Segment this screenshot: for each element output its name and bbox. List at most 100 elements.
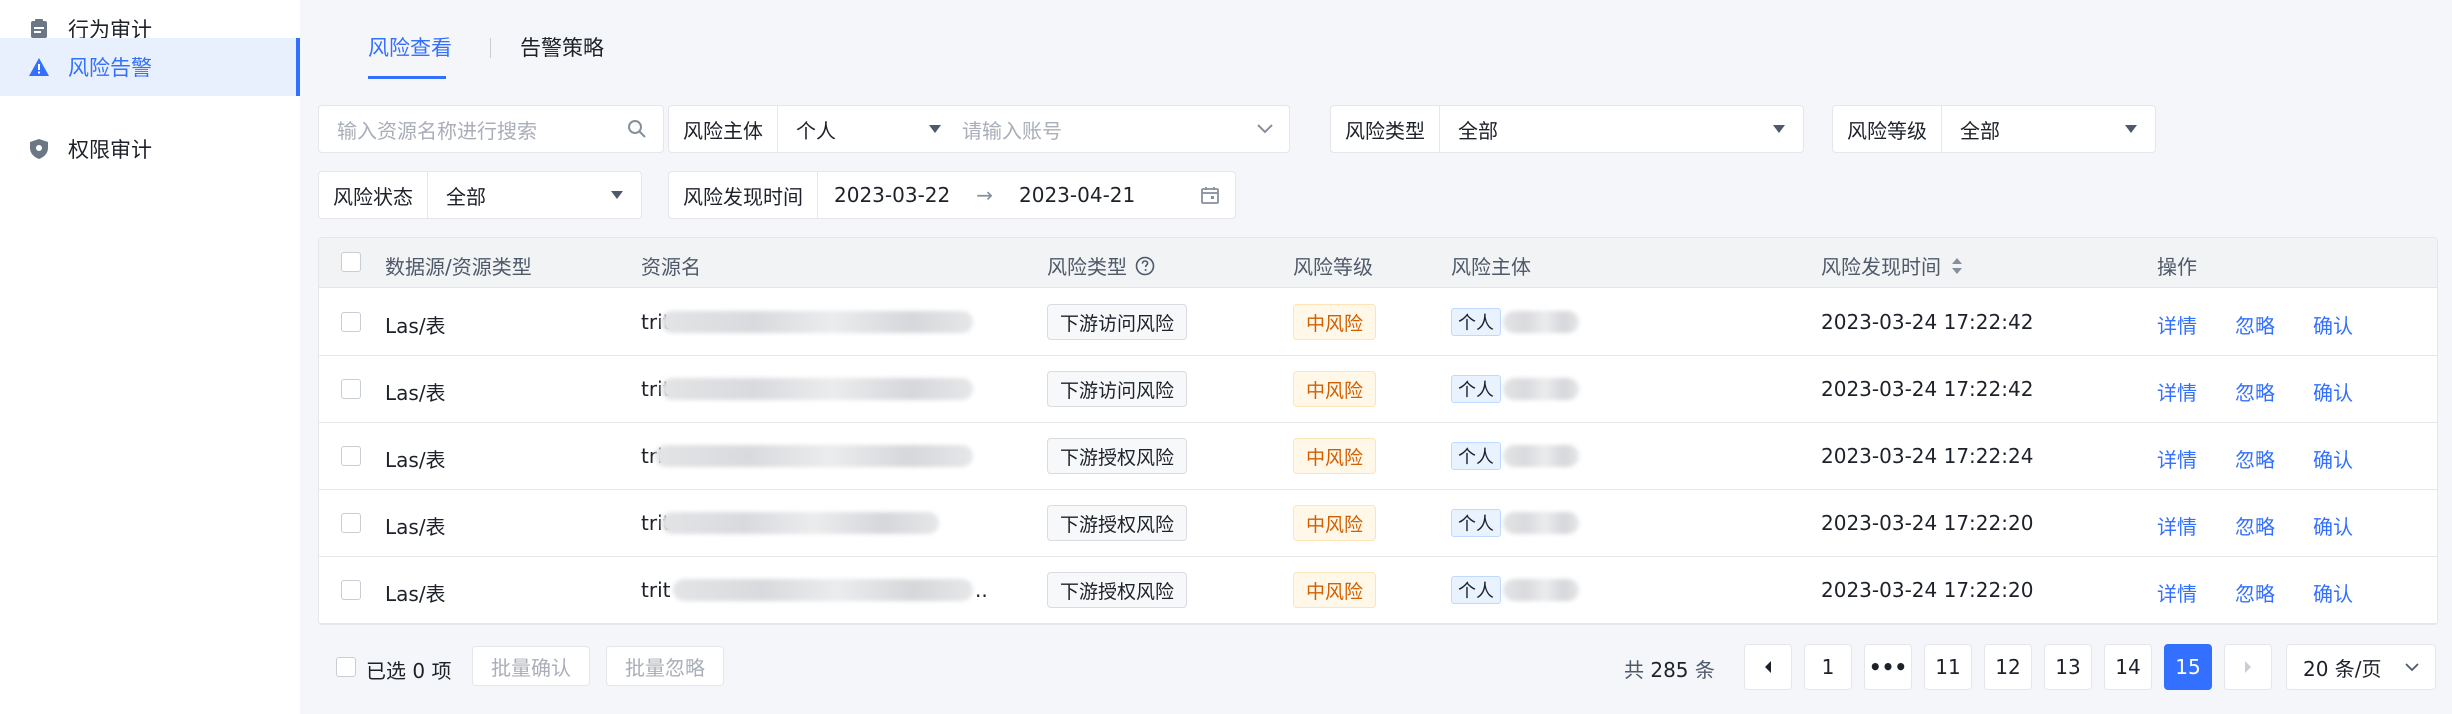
cell-source-type: Las/表: [385, 314, 446, 338]
table-row: Las/表 tri 下游授权风险 中风险 个人 2023-03-24 17:22…: [319, 423, 2437, 490]
confirm-link[interactable]: 确认: [2313, 310, 2353, 339]
sidebar-item-risk-alert[interactable]: 风险告警: [0, 38, 300, 96]
next-page-button[interactable]: [2224, 644, 2272, 690]
subject-tag: 个人: [1451, 442, 1501, 470]
tab-divider: [490, 38, 491, 58]
search-placeholder: 输入资源名称进行搜索: [337, 118, 537, 143]
discover-time-range[interactable]: 风险发现时间 2023-03-22 → 2023-04-21: [668, 171, 1236, 219]
header-subject: 风险主体: [1451, 255, 1531, 279]
detail-link[interactable]: 详情: [2157, 444, 2197, 473]
page-ellipsis[interactable]: •••: [1864, 644, 1912, 690]
ignore-link[interactable]: 忽略: [2235, 377, 2275, 406]
risk-subject-value: 个人: [796, 118, 836, 143]
risk-type-tag: 下游授权风险: [1047, 572, 1188, 608]
tab-alert-policy[interactable]: 告警策略: [520, 32, 604, 62]
search-icon: [627, 119, 647, 139]
batch-ignore-button[interactable]: 批量忽略: [606, 646, 724, 686]
tab-risk-view[interactable]: 风险查看: [368, 32, 452, 62]
header-risk-type: 风险类型: [1047, 251, 1155, 280]
redacted-subject-name: [1503, 445, 1579, 467]
cell-source-type: Las/表: [385, 582, 446, 606]
risk-table: 数据源/资源类型 资源名 风险类型 风险等级 风险主体 风险发现时间 操作 La…: [318, 237, 2438, 625]
risk-level-tag: 中风险: [1293, 304, 1377, 340]
header-resource: 资源名: [641, 255, 701, 279]
subject-tag: 个人: [1451, 509, 1501, 537]
ignore-link[interactable]: 忽略: [2235, 310, 2275, 339]
row-checkbox[interactable]: [341, 312, 361, 332]
redacted-subject-name: [1503, 512, 1579, 534]
detail-link[interactable]: 详情: [2157, 578, 2197, 607]
risk-subject-label: 风险主体: [669, 106, 778, 152]
redacted-subject-name: [1503, 378, 1579, 400]
ignore-link[interactable]: 忽略: [2235, 444, 2275, 473]
detail-link[interactable]: 详情: [2157, 377, 2197, 406]
detail-link[interactable]: 详情: [2157, 511, 2197, 540]
caret-down-icon: [611, 191, 623, 199]
total-count-text: 共 285 条: [1624, 654, 1715, 683]
row-checkbox[interactable]: [341, 446, 361, 466]
row-checkbox[interactable]: [341, 580, 361, 600]
risk-level-select[interactable]: 风险等级 全部: [1832, 105, 2156, 153]
footer-select-all-checkbox[interactable]: [336, 657, 356, 677]
discover-time-label: 风险发现时间: [669, 172, 818, 218]
page-button[interactable]: 11: [1924, 644, 1972, 690]
risk-type-tag: 下游授权风险: [1047, 438, 1188, 474]
account-placeholder: 请输入账号: [962, 118, 1062, 143]
confirm-link[interactable]: 确认: [2313, 511, 2353, 540]
redacted-resource-name: [661, 512, 939, 534]
warning-icon: [26, 54, 52, 80]
sidebar-item-permission-audit[interactable]: 权限审计: [0, 120, 300, 178]
row-checkbox[interactable]: [341, 513, 361, 533]
cell-time: 2023-03-24 17:22:24: [1821, 444, 2034, 468]
risk-type-label: 风险类型: [1331, 106, 1440, 152]
cell-source-type: Las/表: [385, 515, 446, 539]
page-button[interactable]: 1: [1804, 644, 1852, 690]
page-size-value: 20 条/页: [2303, 656, 2382, 681]
total-prefix: 共: [1624, 658, 1644, 682]
risk-type-select[interactable]: 风险类型 全部: [1330, 105, 1804, 153]
risk-level-tag: 中风险: [1293, 371, 1377, 407]
sidebar-item-label: 权限审计: [68, 138, 152, 162]
header-time[interactable]: 风险发现时间: [1821, 251, 1963, 280]
select-all-checkbox[interactable]: [341, 252, 361, 272]
caret-down-icon: [1773, 125, 1785, 133]
page-button-current[interactable]: 15: [2164, 644, 2212, 690]
ignore-link[interactable]: 忽略: [2235, 511, 2275, 540]
risk-level-tag: 中风险: [1293, 572, 1377, 608]
page-size-select[interactable]: 20 条/页: [2286, 644, 2436, 690]
risk-level-tag: 中风险: [1293, 438, 1377, 474]
calendar-icon: [1201, 186, 1219, 204]
header-actions: 操作: [2157, 255, 2197, 279]
header-risk-type-label: 风险类型: [1047, 255, 1127, 279]
date-end[interactable]: 2023-04-21: [1003, 183, 1201, 207]
redacted-subject-name: [1503, 579, 1579, 601]
selected-count: 0: [412, 659, 426, 683]
cell-source-type: Las/表: [385, 381, 446, 405]
confirm-link[interactable]: 确认: [2313, 578, 2353, 607]
tab-active-indicator: [368, 76, 446, 79]
prev-page-button[interactable]: [1744, 644, 1792, 690]
sidebar-item-label: 风险告警: [68, 56, 152, 80]
confirm-link[interactable]: 确认: [2313, 444, 2353, 473]
risk-subject-select[interactable]: 风险主体 个人: [668, 105, 960, 153]
risk-level-label: 风险等级: [1833, 106, 1942, 152]
confirm-link[interactable]: 确认: [2313, 377, 2353, 406]
batch-confirm-button[interactable]: 批量确认: [472, 646, 590, 686]
page-button[interactable]: 14: [2104, 644, 2152, 690]
redacted-subject-name: [1503, 311, 1579, 333]
sort-icon[interactable]: [1951, 256, 1963, 276]
risk-status-select[interactable]: 风险状态 全部: [318, 171, 642, 219]
date-arrow: →: [976, 183, 993, 207]
help-icon[interactable]: [1135, 256, 1155, 276]
page-button[interactable]: 13: [2044, 644, 2092, 690]
page-button[interactable]: 12: [1984, 644, 2032, 690]
account-input[interactable]: 请输入账号: [944, 105, 1290, 153]
selected-count-text: 已选 0 项: [366, 655, 451, 684]
date-start[interactable]: 2023-03-22: [818, 183, 966, 207]
risk-type-tag: 下游访问风险: [1047, 371, 1188, 407]
detail-link[interactable]: 详情: [2157, 310, 2197, 339]
search-input[interactable]: 输入资源名称进行搜索: [318, 105, 664, 153]
caret-down-icon: [2125, 125, 2137, 133]
row-checkbox[interactable]: [341, 379, 361, 399]
ignore-link[interactable]: 忽略: [2235, 578, 2275, 607]
